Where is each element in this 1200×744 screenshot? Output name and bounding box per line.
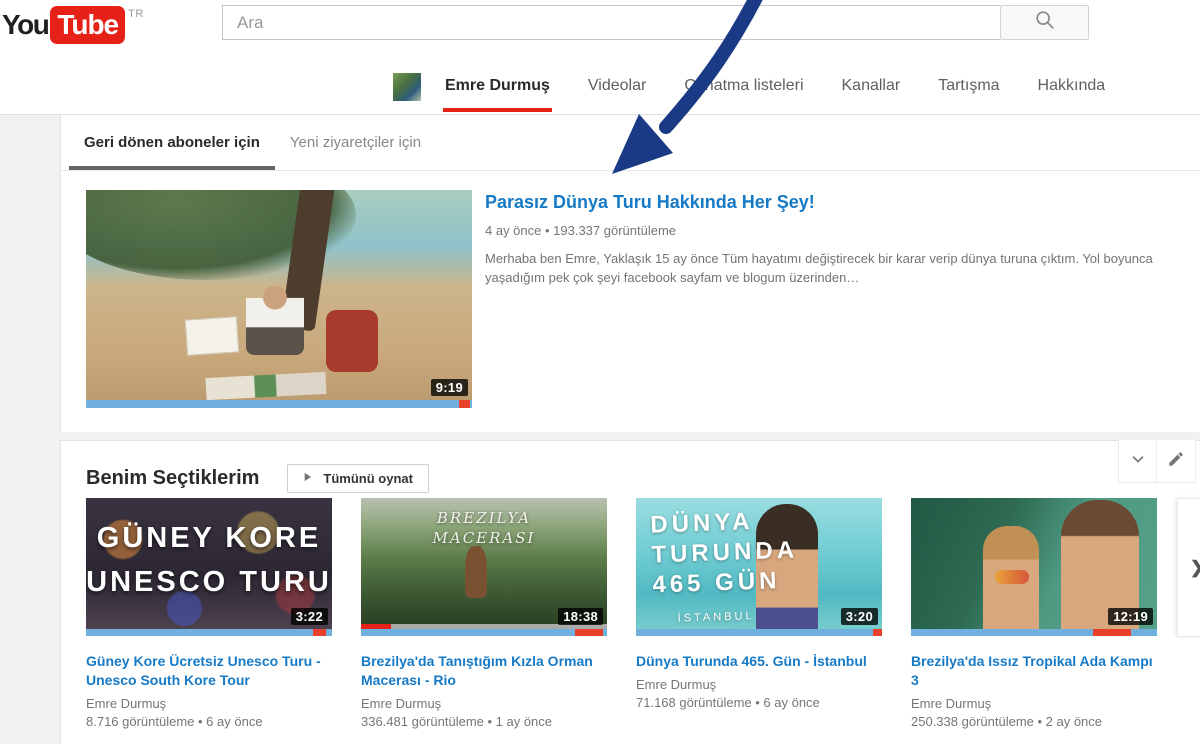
video-channel[interactable]: Emre Durmuş [911,696,1157,711]
video-title[interactable]: Dünya Turunda 465. Gün - İstanbul [636,652,882,671]
video-title[interactable]: Güney Kore Ücretsiz Unesco Turu - Unesco… [86,652,332,690]
play-icon [300,470,314,487]
video-shelf: GÜNEY KORE UNESCO TURU 3:22 Güney Kore Ü… [61,498,1200,729]
video-thumbnail[interactable]: GÜNEY KORE UNESCO TURU 3:22 [86,498,332,636]
search-input[interactable] [222,5,1000,40]
video-title[interactable]: Brezilya'da Issız Tropikal Ada Kampı 3 [911,652,1157,690]
video-card: 12:19 Brezilya'da Issız Tropikal Ada Kam… [911,498,1157,729]
top-header: You Tube TR Emre Durmuş Videolar Oynatma… [0,0,1200,115]
video-channel[interactable]: Emre Durmuş [361,696,607,711]
tab-playlists[interactable]: Oynatma listeleri [684,60,803,114]
featured-video-title[interactable]: Parasız Dünya Turu Hakkında Her Şey! [485,190,1157,214]
duration-badge: 12:19 [1108,608,1153,625]
my-picks-section: Benim Seçtiklerim Tümünü oynat [60,440,1200,744]
chevron-down-icon [1129,450,1147,473]
video-channel[interactable]: Emre Durmuş [86,696,332,711]
channel-avatar[interactable] [393,73,421,101]
video-channel[interactable]: Emre Durmuş [636,677,882,692]
duration-badge: 3:22 [291,608,328,625]
logo-text-tube: Tube [50,6,125,44]
video-card: BREZILYA MACERASI 18:38 Brezilya'da Tanı… [361,498,607,729]
featured-section: Geri dönen aboneler için Yeni ziyaretçil… [60,115,1200,432]
tab-channels[interactable]: Kanallar [842,60,901,114]
shelf-next-button[interactable]: ❯ [1177,498,1200,637]
logo-region-label: TR [128,8,144,20]
chevron-right-icon: ❯ [1190,558,1200,578]
tab-videos[interactable]: Videolar [588,60,646,114]
video-card: DÜNYA TURUNDA 465 GÜN İSTANBUL 3:20 Düny… [636,498,882,729]
thumbnail-bottom-strip [86,400,472,408]
featured-video-thumbnail[interactable]: 9:19 [86,190,472,408]
logo-text-you: You [2,6,48,44]
search-button[interactable] [1000,5,1089,40]
tab-about[interactable]: Hakkında [1038,60,1106,114]
subtab-new-visitors[interactable]: Yeni ziyaretçiler için [275,115,436,170]
featured-video-meta: 4 ay önce • 193.337 görüntüleme [485,223,1157,238]
play-all-label: Tümünü oynat [323,471,413,486]
youtube-logo[interactable]: You Tube TR [2,6,144,44]
subtab-returning-subscribers[interactable]: Geri dönen aboneler için [69,115,275,170]
duration-badge: 9:19 [431,379,468,396]
video-title[interactable]: Brezilya'da Tanıştığım Kızla Orman Macer… [361,652,607,690]
tab-discussion[interactable]: Tartışma [938,60,999,114]
collapse-section-button[interactable] [1118,439,1157,483]
audience-subtabs: Geri dönen aboneler için Yeni ziyaretçil… [61,115,1200,171]
video-meta: 8.716 görüntüleme • 6 ay önce [86,714,332,729]
video-meta: 336.481 görüntüleme • 1 ay önce [361,714,607,729]
video-thumbnail[interactable]: 12:19 [911,498,1157,636]
tab-channel-home[interactable]: Emre Durmuş [445,60,550,114]
channel-nav: Emre Durmuş Videolar Oynatma listeleri K… [0,60,1200,114]
featured-thumbnail-art [86,190,472,408]
video-card: GÜNEY KORE UNESCO TURU 3:22 Güney Kore Ü… [86,498,332,729]
duration-badge: 18:38 [558,608,603,625]
play-all-button[interactable]: Tümünü oynat [287,464,429,493]
featured-video-description: Merhaba ben Emre, Yaklaşık 15 ay önce Tü… [485,249,1157,287]
video-thumbnail[interactable]: BREZILYA MACERASI 18:38 [361,498,607,636]
pencil-icon [1167,450,1185,473]
video-thumbnail[interactable]: DÜNYA TURUNDA 465 GÜN İSTANBUL 3:20 [636,498,882,636]
duration-badge: 3:20 [841,608,878,625]
magnifier-icon [1034,9,1056,36]
video-meta: 250.338 görüntüleme • 2 ay önce [911,714,1157,729]
shelf-title: Benim Seçtiklerim [86,467,259,490]
edit-section-button[interactable] [1157,439,1196,483]
video-meta: 71.168 görüntüleme • 6 ay önce [636,695,882,710]
